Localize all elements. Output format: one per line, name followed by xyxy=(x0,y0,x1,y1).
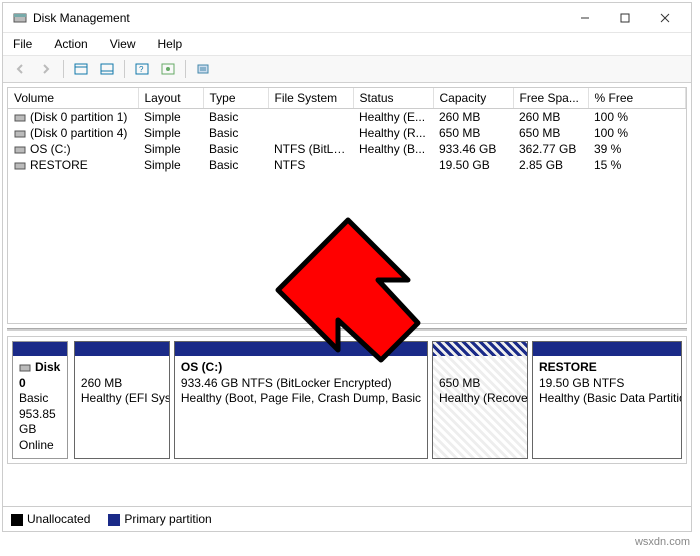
partition-4[interactable]: RESTORE 19.50 GB NTFS Healthy (Basic Dat… xyxy=(532,341,682,459)
volume-list[interactable]: Volume Layout Type File System Status Ca… xyxy=(7,87,687,324)
col-free[interactable]: Free Spa... xyxy=(513,88,588,109)
table-row[interactable]: (Disk 0 partition 1)SimpleBasicHealthy (… xyxy=(8,109,686,126)
menu-action[interactable]: Action xyxy=(50,35,91,53)
menu-view[interactable]: View xyxy=(106,35,140,53)
toolbar-separator xyxy=(185,60,186,78)
part-line2: Healthy (Recovery xyxy=(439,391,527,405)
disk-type: Basic xyxy=(19,391,48,405)
disk-state: Online xyxy=(19,438,54,452)
col-volume[interactable]: Volume xyxy=(8,88,138,109)
col-capacity[interactable]: Capacity xyxy=(433,88,513,109)
table-row[interactable]: RESTORESimpleBasicNTFS19.50 GB2.85 GB15 … xyxy=(8,157,686,173)
part-line1: 933.46 GB NTFS (BitLocker Encrypted) xyxy=(181,376,392,390)
toolbar: ? xyxy=(3,55,691,83)
part-line2: Healthy (EFI Sys xyxy=(81,391,169,405)
partitions: 260 MB Healthy (EFI Sys OS (C:) 933.46 G… xyxy=(74,341,682,459)
svg-text:?: ? xyxy=(139,65,144,74)
watermark: wsxdn.com xyxy=(635,536,690,548)
table-row[interactable]: OS (C:)SimpleBasicNTFS (BitLo...Healthy … xyxy=(8,141,686,157)
toolbar-separator xyxy=(124,60,125,78)
disk-label[interactable]: Disk 0 Basic 953.85 GB Online xyxy=(12,341,68,459)
settings-button[interactable] xyxy=(157,58,179,80)
minimize-button[interactable] xyxy=(565,4,605,32)
part-title: OS (C:) xyxy=(181,360,222,374)
part-line2: Healthy (Boot, Page File, Crash Dump, Ba… xyxy=(181,391,421,405)
part-line2: Healthy (Basic Data Partition) xyxy=(539,391,681,405)
part-line1: 260 MB xyxy=(81,376,122,390)
table-row[interactable]: (Disk 0 partition 4)SimpleBasicHealthy (… xyxy=(8,125,686,141)
disk-icon xyxy=(19,362,31,374)
disk-mgmt-icon xyxy=(13,11,27,25)
titlebar: Disk Management xyxy=(3,3,691,33)
col-pfree[interactable]: % Free xyxy=(588,88,686,109)
forward-button xyxy=(35,58,57,80)
table-empty-area[interactable] xyxy=(8,173,686,323)
volume-icon xyxy=(14,160,26,172)
col-type[interactable]: Type xyxy=(203,88,268,109)
partition-1[interactable]: 260 MB Healthy (EFI Sys xyxy=(74,341,170,459)
part-title: RESTORE xyxy=(539,360,597,374)
content-area: Volume Layout Type File System Status Ca… xyxy=(3,83,691,531)
legend-primary: Primary partition xyxy=(108,512,211,526)
window-title: Disk Management xyxy=(33,11,565,25)
legend: Unallocated Primary partition xyxy=(3,506,691,531)
volume-icon xyxy=(14,128,26,140)
col-layout[interactable]: Layout xyxy=(138,88,203,109)
view-bottom-button[interactable] xyxy=(96,58,118,80)
back-button xyxy=(9,58,31,80)
close-button[interactable] xyxy=(645,4,685,32)
part-line1: 650 MB xyxy=(439,376,480,390)
legend-unallocated: Unallocated xyxy=(11,512,90,526)
menu-file[interactable]: File xyxy=(9,35,36,53)
partition-2[interactable]: OS (C:) 933.46 GB NTFS (BitLocker Encryp… xyxy=(174,341,428,459)
volume-icon xyxy=(14,112,26,124)
col-status[interactable]: Status xyxy=(353,88,433,109)
col-fs[interactable]: File System xyxy=(268,88,353,109)
splitter[interactable] xyxy=(7,328,687,332)
disk-graphic: Disk 0 Basic 953.85 GB Online 260 MB Hea… xyxy=(7,336,687,464)
menubar: File Action View Help xyxy=(3,33,691,55)
disk-size: 953.85 GB xyxy=(19,407,56,437)
view-top-button[interactable] xyxy=(70,58,92,80)
table-header-row[interactable]: Volume Layout Type File System Status Ca… xyxy=(8,88,686,109)
maximize-button[interactable] xyxy=(605,4,645,32)
part-line1: 19.50 GB NTFS xyxy=(539,376,624,390)
help-button[interactable]: ? xyxy=(131,58,153,80)
toolbar-separator xyxy=(63,60,64,78)
volume-icon xyxy=(14,144,26,156)
app-window: Disk Management File Action View Help ? xyxy=(2,2,692,532)
partition-3[interactable]: 650 MB Healthy (Recovery xyxy=(432,341,528,459)
properties-button[interactable] xyxy=(192,58,214,80)
menu-help[interactable]: Help xyxy=(154,35,187,53)
